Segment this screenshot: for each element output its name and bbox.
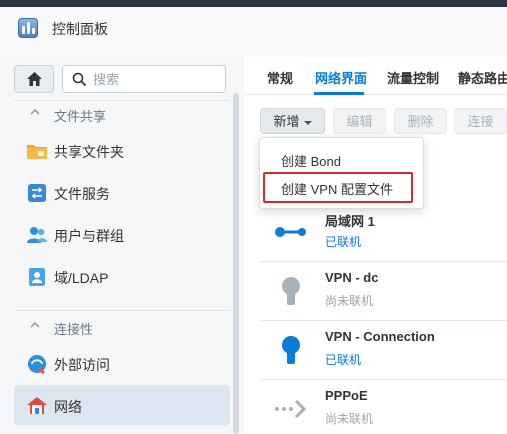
- interface-name: VPN - Connection: [325, 329, 435, 344]
- highlight-box: [263, 172, 413, 203]
- pppoe-icon: [275, 399, 307, 419]
- sidebar-item-label: 域/LDAP: [54, 270, 109, 286]
- sidebar-item-label: 用户与群组: [54, 228, 124, 244]
- tab-network-interface[interactable]: 网络界面: [315, 68, 367, 87]
- vpn-icon: [282, 336, 300, 364]
- interface-name: VPN - dc: [325, 270, 379, 285]
- section-label: 连接性: [54, 322, 94, 337]
- chevron-up-icon: [30, 322, 40, 328]
- domain-ldap-icon: [29, 268, 45, 286]
- window-title: 控制面板: [52, 21, 108, 37]
- section-file-sharing[interactable]: 文件共享: [14, 99, 230, 129]
- lan-icon: [275, 227, 306, 237]
- file-services-icon: [28, 184, 46, 202]
- window-top-strip: [0, 0, 507, 7]
- network-house-icon: [27, 397, 47, 414]
- interface-name: 局域网 1: [325, 214, 375, 229]
- control-panel-icon: [18, 18, 38, 38]
- sidebar-item-file-services[interactable]: 文件服务: [14, 172, 230, 212]
- interface-row-vpn-dc[interactable]: VPN - dc 尚未联机: [260, 262, 507, 321]
- section-label: 文件共享: [54, 109, 107, 124]
- folder-share-icon: [27, 145, 47, 159]
- sidebar: 文件共享 共享文件夹 文件服务 用户与群组 域/L: [0, 57, 244, 434]
- users-icon: [27, 227, 47, 243]
- sidebar-item-network[interactable]: 网络: [14, 385, 230, 425]
- interface-row-pppoe[interactable]: PPPoE 尚未联机: [260, 380, 507, 434]
- sidebar-item-label: 共享文件夹: [54, 144, 124, 160]
- tab-general[interactable]: 常规: [267, 68, 293, 87]
- main-panel: 常规 网络界面 流量控制 静态路由 新增 编辑 删除 连接 局域网 1 已联机 …: [244, 57, 507, 434]
- interface-status: 已联机: [325, 353, 362, 367]
- home-icon: [27, 72, 42, 86]
- home-button[interactable]: [14, 65, 54, 93]
- tab-static-route[interactable]: 静态路由: [458, 68, 507, 87]
- menu-item-create-bond[interactable]: 创建 Bond: [260, 145, 423, 173]
- search-icon: [72, 72, 87, 87]
- sidebar-item-label: 文件服务: [54, 186, 110, 202]
- caret-down-icon: [303, 120, 312, 125]
- sidebar-item-label: 网络: [54, 399, 82, 415]
- sidebar-scrollbar[interactable]: [233, 93, 239, 434]
- sidebar-item-domain-ldap[interactable]: 域/LDAP: [14, 256, 230, 296]
- chevron-up-icon: [30, 109, 40, 115]
- active-tab-indicator: [314, 92, 364, 95]
- edit-button[interactable]: 编辑: [333, 108, 386, 134]
- search-box[interactable]: [62, 65, 226, 93]
- interface-row-vpn-connection[interactable]: VPN - Connection 已联机: [260, 321, 507, 380]
- menu-item-label: 创建 Bond: [281, 154, 341, 169]
- sidebar-item-label: 外部访问: [54, 357, 110, 373]
- interface-status: 已联机: [325, 235, 362, 249]
- interface-status: 尚未联机: [325, 412, 374, 426]
- sidebar-item-shared-folder[interactable]: 共享文件夹: [14, 130, 230, 170]
- section-connectivity[interactable]: 连接性: [14, 312, 230, 342]
- tab-traffic-control[interactable]: 流量控制: [387, 68, 439, 87]
- interface-name: PPPoE: [325, 388, 368, 403]
- sidebar-divider: [14, 310, 230, 311]
- tab-bar: 常规 网络界面 流量控制 静态路由: [244, 57, 507, 95]
- new-button[interactable]: 新增: [260, 108, 325, 134]
- connect-button[interactable]: 连接: [454, 108, 507, 134]
- sidebar-item-external-access[interactable]: 外部访问: [14, 343, 230, 383]
- interface-row-lan1[interactable]: 局域网 1 已联机: [260, 203, 507, 262]
- sidebar-item-users-groups[interactable]: 用户与群组: [14, 214, 230, 254]
- title-bar: 控制面板: [0, 0, 507, 57]
- external-access-icon: [28, 355, 46, 375]
- search-input[interactable]: [93, 70, 218, 88]
- delete-button[interactable]: 删除: [394, 108, 447, 134]
- interface-status: 尚未联机: [325, 294, 374, 308]
- new-button-label: 新增: [273, 114, 300, 129]
- vpn-icon: [282, 277, 300, 305]
